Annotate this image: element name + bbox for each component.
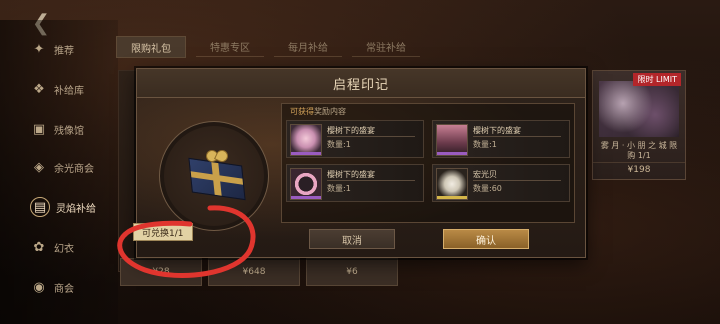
- reward-quantity: 数量:60: [473, 184, 502, 193]
- sidebar-item-gallery[interactable]: ▣ 残像馆: [30, 116, 84, 142]
- reward-thumb-icon: [436, 124, 468, 156]
- gallery-icon: ▣: [32, 121, 46, 137]
- reward-name: 宏光贝: [473, 170, 497, 179]
- reward-thumb-icon: [290, 168, 322, 200]
- reward-item[interactable]: 樱树下的盛宴 数量:1: [286, 120, 424, 158]
- reward-item[interactable]: 樱树下的盛宴 数量:1: [432, 120, 570, 158]
- sidebar-item-gift[interactable]: ▤ 灵焰补给: [30, 194, 96, 220]
- sidebar-item-label: 推荐: [54, 45, 74, 57]
- rarity-bar: [291, 152, 321, 155]
- reward-quantity: 数量:1: [327, 140, 351, 149]
- sidebar-item-label: 灵焰补给: [56, 203, 96, 215]
- sidebar-item-label: 补给库: [54, 85, 84, 97]
- rewards-title: 可获得奖励内容: [290, 106, 346, 117]
- sidebar-item-label: 幻衣: [54, 243, 74, 255]
- reward-quantity: 数量:1: [327, 184, 351, 193]
- reward-thumb-icon: [436, 168, 468, 200]
- tab-permanent-supply[interactable]: 常驻补给: [352, 36, 420, 57]
- sidebar-item-label: 残像馆: [54, 125, 84, 137]
- reward-name: 樱树下的盛宴: [327, 126, 375, 135]
- tab-monthly-supply[interactable]: 每月补给: [274, 36, 342, 57]
- gift-box-icon: [188, 157, 246, 201]
- reward-item[interactable]: 樱树下的盛宴 数量:1: [286, 164, 424, 202]
- reward-quantity: 数量:1: [473, 140, 497, 149]
- reward-name: 樱树下的盛宴: [327, 170, 375, 179]
- sidebar-item-label: 商会: [54, 283, 74, 295]
- divider: [473, 180, 561, 181]
- rewards-panel: 可获得奖励内容 樱树下的盛宴 数量:1 樱树下的盛宴 数量:1 樱树下的盛宴 数…: [281, 103, 575, 223]
- sidebar-item-supply[interactable]: ❖ 补给库: [30, 76, 84, 102]
- bow-icon: [204, 148, 230, 164]
- recommend-icon: ✦: [33, 41, 45, 57]
- shop-card-name: 雾 月 · 小 朋 之 城 限购 1/1: [600, 141, 678, 160]
- tab-special-offers[interactable]: 特惠专区: [196, 36, 264, 57]
- shop-card[interactable]: 限时 LIMIT 雾 月 · 小 朋 之 城 限购 1/1 ¥198: [592, 70, 686, 180]
- cancel-button[interactable]: 取消: [309, 229, 395, 249]
- sidebar-item-chamber[interactable]: ◉ 商会: [30, 274, 74, 300]
- shop-card-price[interactable]: ¥28: [120, 258, 202, 286]
- rewards-title-text: 奖励内容: [314, 107, 346, 116]
- reward-item[interactable]: 宏光贝 数量:60: [432, 164, 570, 202]
- confirm-button[interactable]: 确认: [443, 229, 529, 249]
- rarity-bar: [437, 152, 467, 155]
- supply-icon: ❖: [33, 81, 45, 97]
- sidebar: ✦ 推荐 ❖ 补给库 ▣ 残像馆 ◈ 余光商会 ▤ 灵焰补给 ✿ 幻衣 ◉ 商会: [0, 20, 118, 324]
- divider: [473, 136, 561, 137]
- outfit-icon: ✿: [33, 239, 45, 255]
- gift-icon: ▤: [30, 197, 50, 217]
- shop-card-image: [599, 81, 679, 137]
- reward-dialog: 启程印记 可兑换1/1 可获得奖励内容 樱树下的盛宴 数量:1 樱树下的盛宴 数…: [133, 68, 586, 258]
- rarity-bar: [291, 196, 321, 199]
- reward-name: 樱树下的盛宴: [473, 126, 521, 135]
- sidebar-item-shop[interactable]: ◈ 余光商会: [30, 154, 94, 180]
- sidebar-item-label: 余光商会: [54, 163, 94, 175]
- tab-limited-packs[interactable]: 限购礼包: [116, 36, 186, 58]
- sidebar-item-outfit[interactable]: ✿ 幻衣: [30, 234, 74, 260]
- shop-card-price: ¥198: [593, 162, 685, 175]
- dialog-title: 启程印记: [137, 69, 585, 98]
- tab-bar: 限购礼包 特惠专区 每月补给 常驻补给: [116, 36, 420, 58]
- divider: [327, 136, 415, 137]
- shop-card-price[interactable]: ¥648: [208, 258, 300, 286]
- shop-card-price[interactable]: ¥6: [306, 258, 398, 286]
- rarity-bar: [437, 196, 467, 199]
- redeem-count-tag: 可兑换1/1: [133, 223, 193, 241]
- sidebar-item-recommend[interactable]: ✦ 推荐: [30, 36, 74, 62]
- limited-badge: 限时 LIMIT: [633, 73, 681, 86]
- shop-icon: ◈: [34, 159, 44, 175]
- rewards-title-highlight: 可获得: [290, 107, 314, 116]
- gift-preview: [159, 121, 269, 231]
- divider: [327, 180, 415, 181]
- chamber-icon: ◉: [33, 279, 45, 295]
- reward-thumb-icon: [290, 124, 322, 156]
